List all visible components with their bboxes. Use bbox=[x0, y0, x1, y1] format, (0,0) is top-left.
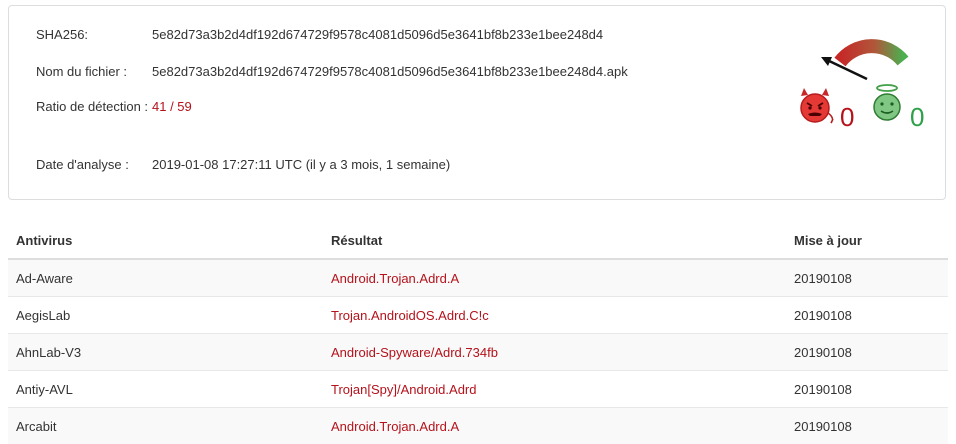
sha256-value: 5e82d73a3b2d4df192d674729f9578c4081d5096… bbox=[152, 27, 603, 42]
filename-value: 5e82d73a3b2d4df192d674729f9578c4081d5096… bbox=[152, 64, 628, 79]
table-row: AhnLab-V3 Android-Spyware/Adrd.734fb 201… bbox=[8, 334, 948, 371]
detection-result: Trojan[Spy]/Android.Adrd bbox=[323, 371, 786, 408]
filename-row: Nom du fichier : 5e82d73a3b2d4df192d6747… bbox=[36, 61, 628, 82]
sha256-row: SHA256: 5e82d73a3b2d4df192d674729f9578c4… bbox=[36, 24, 603, 45]
detection-result: Android.Trojan.Adrd.A bbox=[323, 408, 786, 444]
angel-face-icon bbox=[867, 82, 907, 122]
update-date: 20190108 bbox=[786, 259, 948, 297]
update-date: 20190108 bbox=[786, 408, 948, 444]
analysis-date-row: Date d'analyse : 2019-01-08 17:27:11 UTC… bbox=[36, 154, 450, 175]
analysis-date-label: Date d'analyse : bbox=[36, 154, 152, 175]
detection-ratio-row: Ratio de détection : 41 / 59 bbox=[36, 96, 192, 117]
community-score-widget: 0 0 bbox=[785, 26, 935, 126]
antivirus-name: Ad-Aware bbox=[8, 259, 323, 297]
table-row: AegisLab Trojan.AndroidOS.Adrd.C!c 20190… bbox=[8, 297, 948, 334]
devil-face-icon bbox=[795, 86, 835, 126]
sha256-label: SHA256: bbox=[36, 24, 152, 45]
table-header-row: Antivirus Résultat Mise à jour bbox=[8, 222, 948, 259]
malicious-count: 0 bbox=[840, 102, 854, 132]
result-column-header: Résultat bbox=[323, 222, 786, 259]
detection-result: Android-Spyware/Adrd.734fb bbox=[323, 334, 786, 371]
update-date: 20190108 bbox=[786, 297, 948, 334]
filename-label: Nom du fichier : bbox=[36, 61, 152, 82]
table-row: Ad-Aware Android.Trojan.Adrd.A 20190108 bbox=[8, 259, 948, 297]
detection-ratio-value: 41 / 59 bbox=[152, 99, 192, 114]
table-row: Arcabit Android.Trojan.Adrd.A 20190108 bbox=[8, 408, 948, 444]
antivirus-column-header: Antivirus bbox=[8, 222, 323, 259]
update-date: 20190108 bbox=[786, 371, 948, 408]
analysis-date-value: 2019-01-08 17:27:11 UTC (il y a 3 mois, … bbox=[152, 157, 450, 172]
detection-result: Trojan.AndroidOS.Adrd.C!c bbox=[323, 297, 786, 334]
antivirus-name: Antiy-AVL bbox=[8, 371, 323, 408]
update-date: 20190108 bbox=[786, 334, 948, 371]
antivirus-results-table: Antivirus Résultat Mise à jour Ad-Aware … bbox=[8, 222, 948, 444]
harmless-count: 0 bbox=[910, 102, 924, 132]
antivirus-name: Arcabit bbox=[8, 408, 323, 444]
table-row: Antiy-AVL Trojan[Spy]/Android.Adrd 20190… bbox=[8, 371, 948, 408]
antivirus-name: AegisLab bbox=[8, 297, 323, 334]
update-column-header: Mise à jour bbox=[786, 222, 948, 259]
file-info-panel: SHA256: 5e82d73a3b2d4df192d674729f9578c4… bbox=[8, 5, 946, 200]
detection-result: Android.Trojan.Adrd.A bbox=[323, 259, 786, 297]
antivirus-name: AhnLab-V3 bbox=[8, 334, 323, 371]
detection-ratio-label: Ratio de détection : bbox=[36, 96, 152, 117]
